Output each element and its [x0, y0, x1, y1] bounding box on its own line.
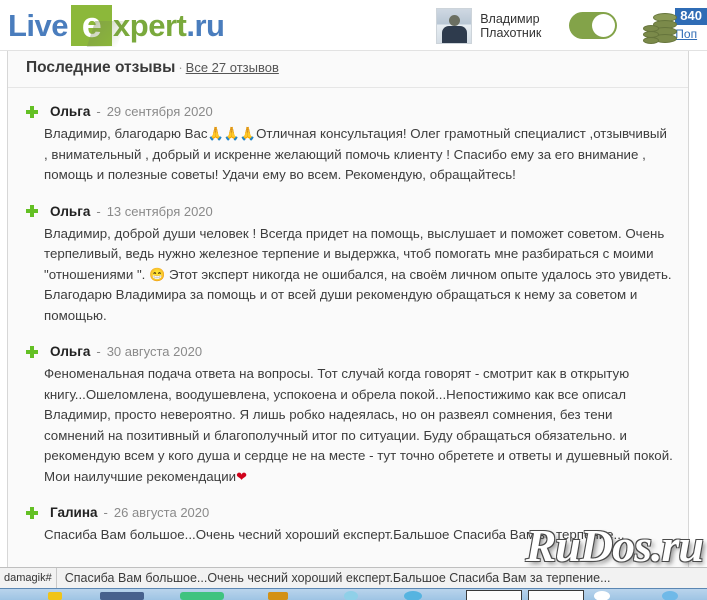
online-status-toggle[interactable]: [569, 12, 618, 39]
title-separator: ·: [178, 60, 183, 75]
review-date: 29 сентября 2020: [106, 104, 213, 119]
taskbar-icon-skype[interactable]: [404, 591, 422, 600]
emoji-heart: ❤: [236, 468, 247, 484]
plus-icon: [26, 345, 38, 358]
review-author: Ольга: [50, 104, 91, 119]
taskbar-icon-green[interactable]: [180, 592, 224, 600]
review-dash: -: [96, 104, 101, 119]
os-taskbar[interactable]: [0, 588, 707, 600]
review-dash: -: [96, 203, 101, 219]
review-item: Ольга - 29 сентября 2020 Владимир, благо…: [26, 92, 674, 192]
logo-text-ru: .ru: [186, 7, 225, 43]
taskbar-icon-lightblue[interactable]: [662, 591, 678, 600]
review-date: 13 сентября 2020: [106, 203, 213, 219]
taskbar-window-active[interactable]: [466, 589, 522, 600]
review-text-before: Владимир, благодарю Вас: [44, 126, 208, 141]
site-header: Liveexpert.ru Владимир Плахотник 840: [0, 0, 707, 51]
taskbar-icon-yellow[interactable]: [48, 592, 62, 600]
reviews-section-header: Последние отзывы · Все 27 отзывов: [8, 51, 688, 88]
coins-icon: [643, 11, 678, 44]
left-gutter: [0, 51, 8, 600]
review-header: Галина - 26 августа 2020: [26, 505, 674, 520]
balance-block[interactable]: 840 Поп: [643, 8, 707, 44]
tab-main[interactable]: Спасиба Вам большое...Очень чесний хорош…: [57, 568, 611, 588]
toggle-knob: [592, 14, 616, 37]
topup-link[interactable]: Поп: [675, 27, 697, 41]
review-header: Ольга - 13 сентября 2020: [26, 204, 674, 219]
user-last-name: Плахотник: [480, 25, 542, 40]
page-body: Последние отзывы · Все 27 отзывов Ольга - …: [0, 51, 707, 600]
right-gutter: [689, 51, 707, 600]
emoji-grin: 😁: [149, 266, 166, 282]
review-dash: -: [103, 505, 108, 520]
reviews-list: Ольга - 29 сентября 2020 Владимир, благо…: [8, 88, 688, 552]
taskbar-window-secondary[interactable]: [528, 589, 584, 600]
taskbar-icon-orange[interactable]: [268, 592, 288, 600]
review-item: Галина - 26 августа 2020 Спасиба Вам бол…: [26, 493, 674, 552]
review-author: Ольга: [50, 203, 91, 219]
content-column: Последние отзывы · Все 27 отзывов Ольга - …: [8, 51, 689, 600]
plus-icon: [26, 506, 38, 519]
user-first-name: Владимир: [480, 11, 540, 26]
plus-icon: [26, 205, 38, 217]
browser-tabstrip: damagik# Спасиба Вам большое...Очень чес…: [0, 567, 707, 588]
tab-left[interactable]: damagik#: [0, 568, 57, 588]
plus-icon: [26, 105, 38, 118]
page-title: Последние отзывы: [26, 59, 176, 76]
balance-text: 840 Поп: [675, 8, 707, 41]
review-date: 26 августа 2020: [113, 505, 210, 520]
review-text: Владимир, доброй души человек ! Всегда п…: [26, 224, 674, 327]
avatar[interactable]: [436, 7, 473, 44]
review-text-before: Спасиба Вам большое...Очень чесний хорош…: [44, 527, 625, 542]
review-item: Ольга - 30 августа 2020 Феноменальная по…: [26, 332, 674, 493]
user-account-block[interactable]: Владимир Плахотник: [436, 7, 541, 44]
review-text: Спасиба Вам большое...Очень чесний хорош…: [26, 525, 674, 546]
logo-text-xpert: xpert: [113, 7, 187, 43]
all-reviews-link[interactable]: Все 27 отзывов: [186, 60, 279, 75]
review-author: Ольга: [50, 344, 91, 359]
taskbar-icon-cyan[interactable]: [344, 591, 358, 600]
screenshot-root: Liveexpert.ru Владимир Плахотник 840: [0, 0, 707, 600]
taskbar-icon-blue[interactable]: [100, 592, 144, 600]
taskbar-icon-white-dot[interactable]: [594, 591, 610, 600]
review-dash: -: [96, 344, 101, 359]
emoji-pray: 🙏🙏🙏: [207, 126, 257, 141]
review-text: Владимир, благодарю Вас🙏🙏🙏Отличная консу…: [26, 124, 674, 186]
balance-badge: 840: [675, 8, 707, 25]
review-author: Галина: [50, 505, 98, 520]
review-item: Ольга - 13 сентября 2020 Владимир, добро…: [26, 192, 674, 333]
review-header: Ольга - 30 августа 2020: [26, 344, 674, 359]
header-right-cluster: Владимир Плахотник 840 Поп: [436, 0, 707, 50]
review-date: 30 августа 2020: [106, 344, 203, 359]
review-text-before: Феноменальная подача ответа на вопросы. …: [44, 366, 673, 484]
user-name: Владимир Плахотник: [480, 12, 541, 40]
site-logo[interactable]: Live e xpert .ru: [8, 4, 225, 46]
bottom-strip: damagik# Спасиба Вам большое...Очень чес…: [0, 567, 707, 600]
logo-e-tile: e: [71, 4, 113, 46]
logo-text-live: Live: [8, 7, 69, 43]
review-header: Ольга - 29 сентября 2020: [26, 104, 674, 119]
review-text: Феноменальная подача ответа на вопросы. …: [26, 364, 674, 487]
